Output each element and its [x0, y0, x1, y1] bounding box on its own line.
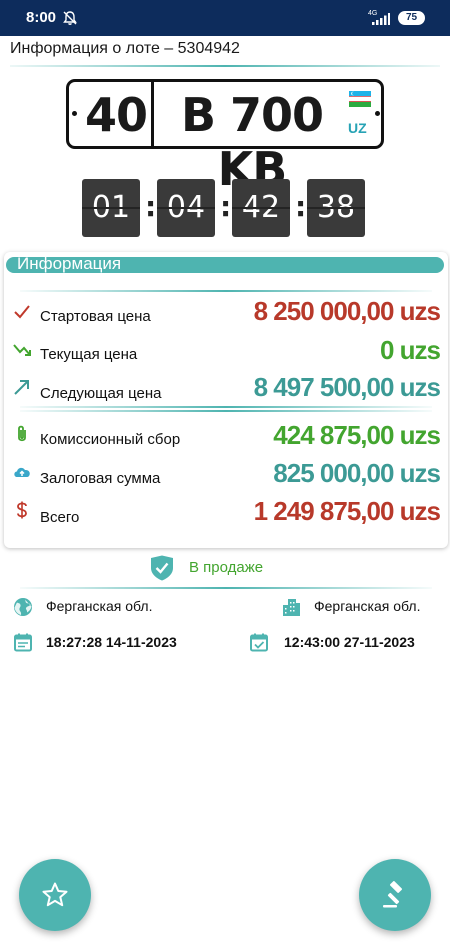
- status-divider: [20, 587, 432, 589]
- dollar-icon: [17, 501, 27, 519]
- info-row-value-deposit: 825 000,00 uzs: [273, 458, 441, 488]
- place-bid-button[interactable]: [359, 859, 431, 931]
- license-plate: 40 B 700 KB UZ: [66, 79, 384, 196]
- trend-down-icon: [13, 344, 31, 356]
- start-date: 18:27:28 14-11-2023: [46, 634, 177, 650]
- timer-separator: :: [220, 190, 232, 223]
- info-divider: [20, 290, 432, 292]
- timer-hours: 04: [157, 179, 215, 237]
- info-row-value-start-price: 8 250 000,00 uzs: [253, 296, 441, 326]
- check-icon: [14, 305, 30, 319]
- info-row-value-current-price: 0 uzs: [379, 335, 441, 365]
- plate-number: B 700 KB: [180, 88, 324, 196]
- status-bar: 8:00 4G 75: [0, 0, 450, 36]
- info-row-label-next-price: Следующая цена: [40, 385, 162, 402]
- plate-dot: [72, 111, 77, 116]
- gavel-icon: [383, 881, 402, 908]
- calendar-icon: [14, 633, 32, 652]
- battery-indicator: 75: [398, 11, 425, 25]
- info-card-title: Информация: [17, 254, 122, 273]
- info-row-label-deposit: Залоговая сумма: [40, 470, 161, 487]
- arrow-up-right-icon: [14, 380, 29, 395]
- info-row-value-commission: 424 875,00 uzs: [273, 420, 441, 450]
- globe-icon: [14, 598, 32, 616]
- calendar-check-icon: [250, 633, 268, 652]
- timer-separator: :: [295, 190, 307, 223]
- paperclip-icon: [18, 425, 26, 442]
- page-title: Информация о лоте – 5304942: [10, 40, 240, 57]
- plate-dot: [375, 111, 380, 116]
- favorite-button[interactable]: [19, 859, 91, 931]
- end-date: 12:43:00 27-11-2023: [284, 634, 415, 650]
- timer-days: 01: [82, 179, 140, 237]
- timer-separator: :: [145, 190, 157, 223]
- city-icon: [283, 599, 300, 616]
- plate-divider: [151, 82, 154, 146]
- info-row-label-commission: Комиссионный сбор: [40, 431, 181, 448]
- region-right: Ферганская обл.: [314, 598, 421, 614]
- header-divider: [10, 65, 440, 67]
- plate-region: 40: [84, 88, 148, 142]
- plate-country-code: UZ: [348, 120, 367, 136]
- info-divider: [20, 406, 432, 408]
- region-left: Ферганская обл.: [46, 598, 153, 614]
- signal-icon: [372, 13, 390, 25]
- timer-minutes: 42: [232, 179, 290, 237]
- star-icon: [42, 882, 68, 907]
- bell-off-icon: [63, 11, 77, 25]
- cloud-upload-icon: [14, 467, 30, 477]
- info-row-value-total: 1 249 875,00 uzs: [253, 496, 441, 526]
- info-divider: [20, 410, 432, 412]
- shield-check-icon: [151, 555, 173, 581]
- sale-status-label: В продаже: [189, 559, 264, 576]
- uzbekistan-flag-icon: [349, 91, 371, 107]
- info-row-label-total: Всего: [40, 509, 80, 526]
- info-row-value-next-price: 8 497 500,00 uzs: [253, 372, 441, 402]
- info-row-label-start-price: Стартовая цена: [40, 308, 151, 325]
- info-row-label-current-price: Текущая цена: [40, 346, 138, 363]
- status-time: 8:00: [26, 9, 57, 26]
- timer-seconds: 38: [307, 179, 365, 237]
